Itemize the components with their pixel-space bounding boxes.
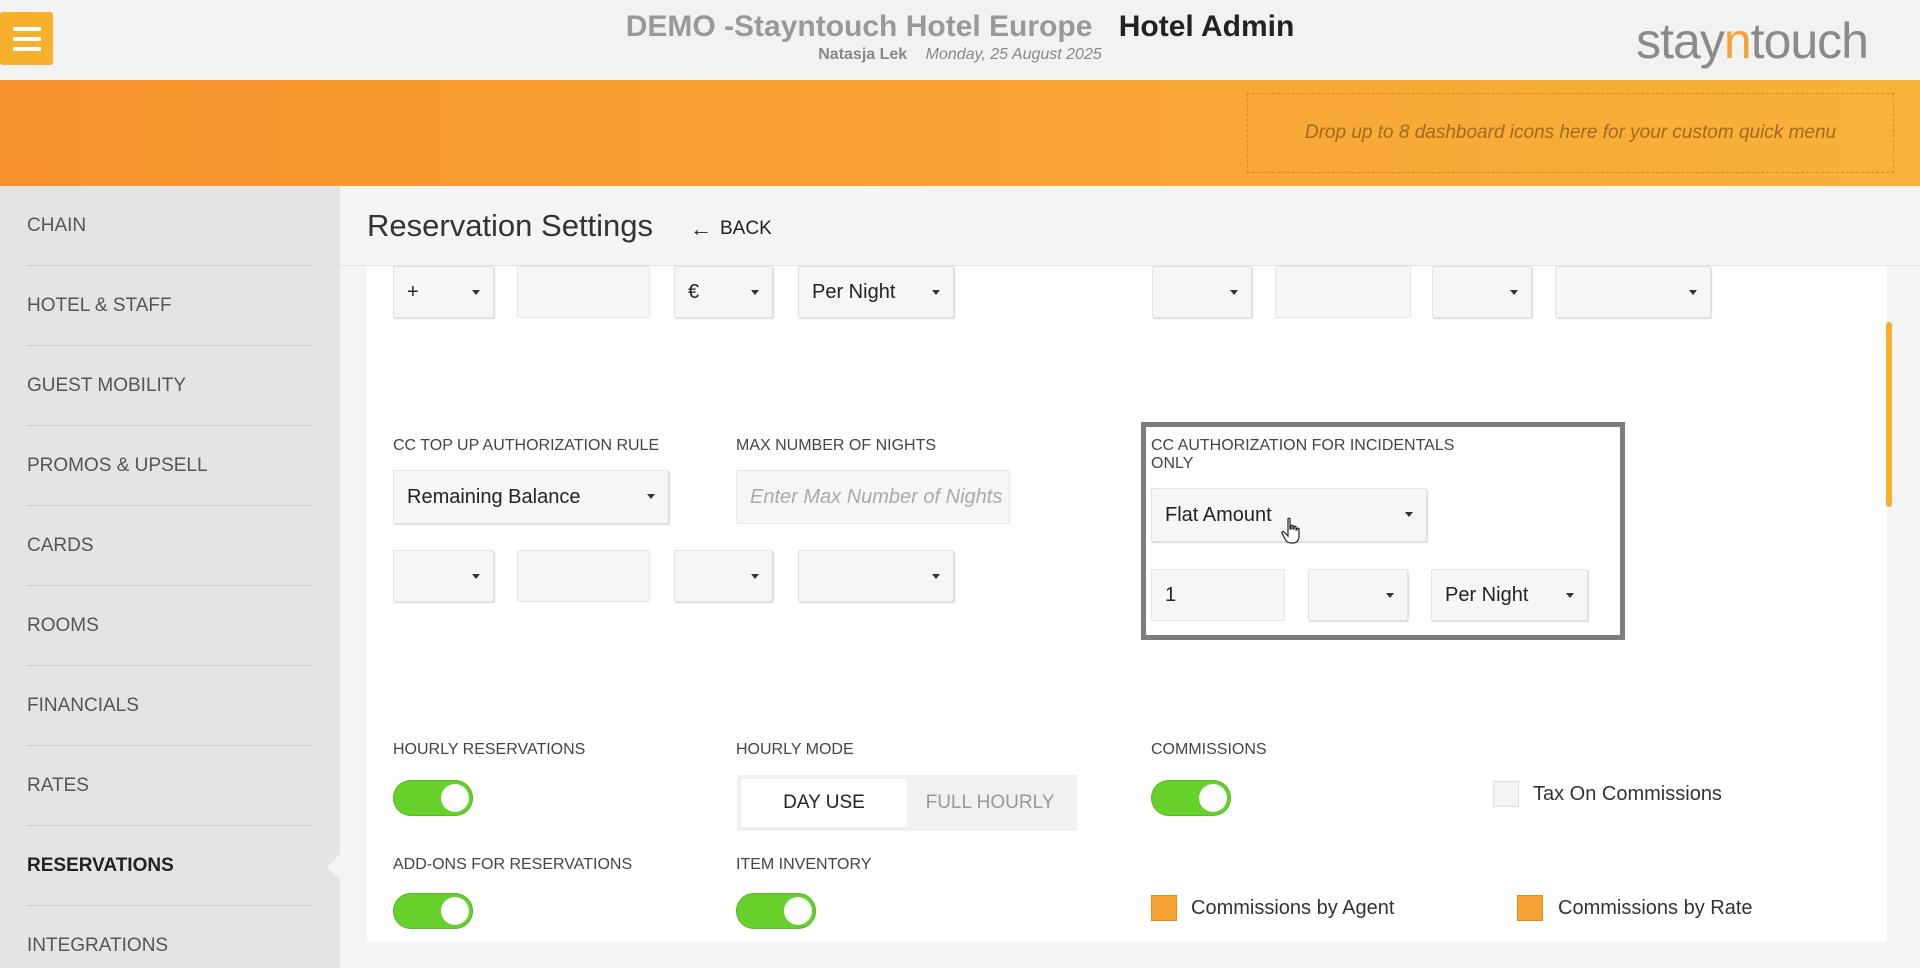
chevron-down-icon (1510, 290, 1518, 295)
cc-topup-sub-select-3[interactable] (798, 550, 954, 602)
sidebar-item-chain[interactable]: CHAIN (27, 186, 312, 266)
commissions-by-rate-checkbox[interactable] (1517, 895, 1543, 921)
cc-topup-select[interactable]: Remaining Balance (393, 470, 669, 524)
row1-currency-select[interactable]: € (674, 266, 773, 318)
row1-period-value: Per Night (812, 280, 896, 303)
cc-topup-sub-input[interactable] (517, 550, 650, 602)
back-label: BACK (720, 218, 772, 239)
user-name: Natasja Lek (818, 46, 908, 63)
sidebar-item-guest-mobility[interactable]: GUEST MOBILITY (27, 346, 312, 426)
sidebar-item-cards[interactable]: CARDS (27, 506, 312, 586)
chevron-down-icon (1566, 593, 1574, 598)
commissions-toggle[interactable] (1151, 780, 1231, 816)
cc-incidentals-label: CC AUTHORIZATION FOR INCIDENTALS ONLY (1151, 437, 1455, 472)
chevron-down-icon (1230, 290, 1238, 295)
stayntouch-logo: stayntouch (1636, 13, 1869, 69)
cc-topup-sub-select-1[interactable] (393, 550, 494, 602)
chevron-down-icon (1405, 512, 1413, 517)
sidebar-item-integrations[interactable]: INTEGRATIONS (27, 906, 312, 968)
hourly-reservations-label: HOURLY RESERVATIONS (393, 741, 586, 758)
chevron-down-icon (647, 494, 655, 499)
max-nights-label: MAX NUMBER OF NIGHTS (736, 437, 937, 454)
sidebar-item-reservations[interactable]: RESERVATIONS (27, 826, 312, 906)
sidebar: CHAIN HOTEL & STAFF GUEST MOBILITY PROMO… (0, 186, 340, 968)
addons-label: ADD-ONS FOR RESERVATIONS (393, 856, 633, 873)
cc-incidentals-period-select[interactable]: Per Night (1431, 569, 1588, 621)
row1-right-select-2[interactable] (1432, 266, 1532, 318)
sidebar-item-financials[interactable]: FINANCIALS (27, 666, 312, 746)
row1-amount-input[interactable] (517, 266, 650, 318)
commissions-by-rate-label: Commissions by Rate (1558, 897, 1753, 919)
chevron-down-icon (472, 574, 480, 579)
commissions-by-agent-label: Commissions by Agent (1191, 897, 1395, 919)
sidebar-item-rooms[interactable]: ROOMS (27, 586, 312, 666)
quick-menu-dropzone[interactable]: Drop up to 8 dashboard icons here for yo… (1247, 93, 1894, 173)
row1-sign-select[interactable]: + (393, 266, 494, 318)
cc-topup-label: CC TOP UP AUTHORIZATION RULE (393, 437, 660, 454)
max-nights-input[interactable]: Enter Max Number of Nights (736, 470, 1010, 524)
item-inventory-label: ITEM INVENTORY (736, 856, 872, 873)
hourly-mode-label: HOURLY MODE (736, 741, 854, 758)
sidebar-item-hotel-staff[interactable]: HOTEL & STAFF (27, 266, 312, 346)
top-bar: DEMO -Stayntouch Hotel Europe Hotel Admi… (0, 0, 1920, 80)
cc-topup-value: Remaining Balance (407, 485, 581, 508)
row1-right-select-3[interactable] (1555, 266, 1711, 318)
hourly-mode-full-hourly[interactable]: FULL HOURLY (907, 779, 1073, 827)
sidebar-item-rates[interactable]: RATES (27, 746, 312, 826)
chevron-down-icon (1386, 593, 1394, 598)
page-title: Reservation Settings (367, 208, 654, 243)
cc-topup-sub-select-2[interactable] (674, 550, 773, 602)
back-button[interactable]: ← BACK (690, 216, 772, 242)
chevron-down-icon (472, 290, 480, 295)
chevron-down-icon (751, 574, 759, 579)
chevron-down-icon (751, 290, 759, 295)
commissions-label: COMMISSIONS (1151, 741, 1267, 758)
settings-panel (367, 266, 1887, 942)
current-date: Monday, 25 August 2025 (925, 46, 1102, 63)
tax-on-commissions-checkbox[interactable] (1493, 781, 1519, 807)
content-scrollbar[interactable] (1886, 322, 1892, 507)
quick-menu-band: Drop up to 8 dashboard icons here for yo… (0, 80, 1920, 186)
sidebar-item-promos-upsell[interactable]: PROMOS & UPSELL (27, 426, 312, 506)
header-title: DEMO -Stayntouch Hotel Europe Hotel Admi… (0, 10, 1920, 64)
chevron-down-icon (932, 290, 940, 295)
hourly-mode-segmented-control: DAY USE FULL HOURLY (737, 775, 1077, 831)
hand-cursor-icon (1281, 517, 1300, 544)
hotel-name: DEMO -Stayntouch Hotel Europe (625, 10, 1093, 43)
row1-sign-value: + (407, 280, 419, 303)
cc-incidentals-period-value: Per Night (1445, 583, 1529, 606)
cc-incidentals-currency-select[interactable] (1308, 569, 1408, 621)
row1-period-select[interactable]: Per Night (798, 266, 954, 318)
chevron-down-icon (932, 574, 940, 579)
app-name: Hotel Admin (1118, 10, 1295, 43)
row1-right-select-1[interactable] (1152, 266, 1252, 318)
hourly-mode-day-use[interactable]: DAY USE (741, 779, 907, 827)
chevron-down-icon (1689, 290, 1697, 295)
hourly-reservations-toggle[interactable] (393, 780, 473, 816)
commissions-by-agent-checkbox[interactable] (1151, 895, 1177, 921)
row1-right-input[interactable] (1275, 266, 1411, 318)
tax-on-commissions-label: Tax On Commissions (1533, 783, 1722, 805)
active-indicator-arrow (327, 854, 340, 880)
addons-toggle[interactable] (393, 893, 473, 929)
row1-currency-value: € (688, 280, 700, 303)
cc-incidentals-value: Flat Amount (1165, 503, 1272, 526)
item-inventory-toggle[interactable] (736, 893, 816, 929)
back-arrow-icon: ← (690, 216, 712, 241)
cc-incidentals-amount-input[interactable]: 1 (1151, 569, 1285, 621)
